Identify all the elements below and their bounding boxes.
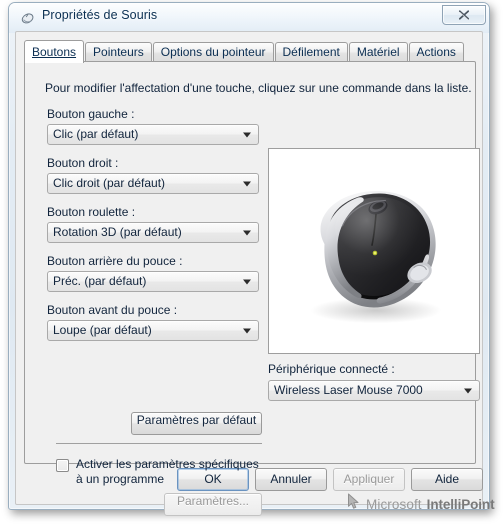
tab-options-du-pointeur-label: Options du pointeur xyxy=(160,45,266,59)
cursor-arrow-icon xyxy=(347,493,361,515)
tab-page-boutons: Pour modifier l'affectation d'une touche… xyxy=(24,61,495,516)
device-combo-value: Wireless Laser Mouse 7000 xyxy=(274,383,423,397)
dialog-client-area: Boutons Pointeurs Options du pointeur Dé… xyxy=(15,31,495,516)
tab-materiel-label: Matériel xyxy=(356,45,400,59)
combo-bouton-arriere-pouce[interactable]: Préc. (par défaut) xyxy=(47,271,259,292)
label-bouton-gauche: Bouton gauche : xyxy=(47,107,135,121)
tab-pointeurs-label: Pointeurs xyxy=(93,45,144,59)
apply-button-label: Appliquer xyxy=(343,472,395,486)
chevron-down-icon xyxy=(243,328,251,333)
program-specific-row[interactable]: Activer les paramètres spécifiques à un … xyxy=(56,457,266,487)
title-bar[interactable]: Propriétés de Souris xyxy=(9,3,489,33)
program-specific-checkbox[interactable] xyxy=(56,459,69,472)
chevron-down-icon xyxy=(243,279,251,284)
combo-bouton-avant-pouce[interactable]: Loupe (par défaut) xyxy=(47,320,259,341)
device-combo[interactable]: Wireless Laser Mouse 7000 xyxy=(268,380,480,401)
default-params-label: Paramètres par défaut xyxy=(136,413,257,427)
chevron-down-icon xyxy=(243,230,251,235)
tab-options-du-pointeur[interactable]: Options du pointeur xyxy=(152,42,274,62)
window-title: Propriétés de Souris xyxy=(42,8,158,22)
combo-bouton-roulette-value: Rotation 3D (par défaut) xyxy=(53,225,182,239)
settings-label: Paramètres... xyxy=(176,494,250,508)
combo-bouton-avant-pouce-value: Loupe (par défaut) xyxy=(53,323,152,337)
section-divider xyxy=(56,443,262,444)
apply-button[interactable]: Appliquer xyxy=(333,468,405,491)
combo-bouton-droit-value: Clic droit (par défaut) xyxy=(53,176,166,190)
brand-intellipoint: IntelliPoint xyxy=(426,496,495,512)
chevron-down-icon xyxy=(464,388,472,393)
tab-pointeurs[interactable]: Pointeurs xyxy=(85,42,152,62)
mouse-product-image xyxy=(310,191,442,324)
label-bouton-droit: Bouton droit : xyxy=(47,156,119,170)
close-icon xyxy=(458,10,470,21)
tab-strip: Boutons Pointeurs Options du pointeur Dé… xyxy=(24,40,476,63)
brand-logo: Microsoft IntelliPoint xyxy=(347,493,495,515)
label-bouton-roulette: Bouton roulette : xyxy=(47,205,136,219)
label-bouton-avant-pouce: Bouton avant du pouce : xyxy=(47,303,178,317)
combo-bouton-gauche[interactable]: Clic (par défaut) xyxy=(47,124,259,145)
device-image-panel xyxy=(268,148,480,354)
cancel-button-label: Annuler xyxy=(270,472,312,486)
help-button[interactable]: Aide xyxy=(411,468,483,491)
label-bouton-arriere-pouce: Bouton arrière du pouce : xyxy=(47,254,183,268)
tab-actions[interactable]: Actions xyxy=(408,42,464,62)
tab-materiel[interactable]: Matériel xyxy=(348,42,408,62)
device-label: Périphérique connecté : xyxy=(268,362,395,376)
settings-button[interactable]: Paramètres... xyxy=(164,493,262,516)
tab-defilement-label: Défilement xyxy=(282,45,340,59)
chevron-down-icon xyxy=(243,181,251,186)
program-specific-label: Activer les paramètres spécifiques à un … xyxy=(76,457,259,486)
brand-microsoft: Microsoft xyxy=(366,496,422,512)
instruction-text: Pour modifier l'affectation d'une touche… xyxy=(45,81,472,95)
mouse-icon xyxy=(20,10,36,26)
tab-defilement[interactable]: Défilement xyxy=(274,42,348,62)
close-button[interactable] xyxy=(442,5,486,25)
default-params-button[interactable]: Paramètres par défaut xyxy=(131,412,262,435)
combo-bouton-roulette[interactable]: Rotation 3D (par défaut) xyxy=(47,222,259,243)
tab-boutons[interactable]: Boutons xyxy=(24,40,85,63)
tab-actions-label: Actions xyxy=(416,45,456,59)
tab-boutons-label: Boutons xyxy=(32,45,77,59)
chevron-down-icon xyxy=(243,132,251,137)
button-assignments-group: Bouton gauche : Clic (par défaut) Bouton… xyxy=(47,107,259,352)
dialog-window: Propriétés de Souris Boutons Pointeurs O… xyxy=(8,2,495,516)
combo-bouton-gauche-value: Clic (par défaut) xyxy=(53,127,139,141)
help-button-label: Aide xyxy=(434,472,460,486)
combo-bouton-droit[interactable]: Clic droit (par défaut) xyxy=(47,173,259,194)
combo-bouton-arriere-pouce-value: Préc. (par défaut) xyxy=(53,274,147,288)
